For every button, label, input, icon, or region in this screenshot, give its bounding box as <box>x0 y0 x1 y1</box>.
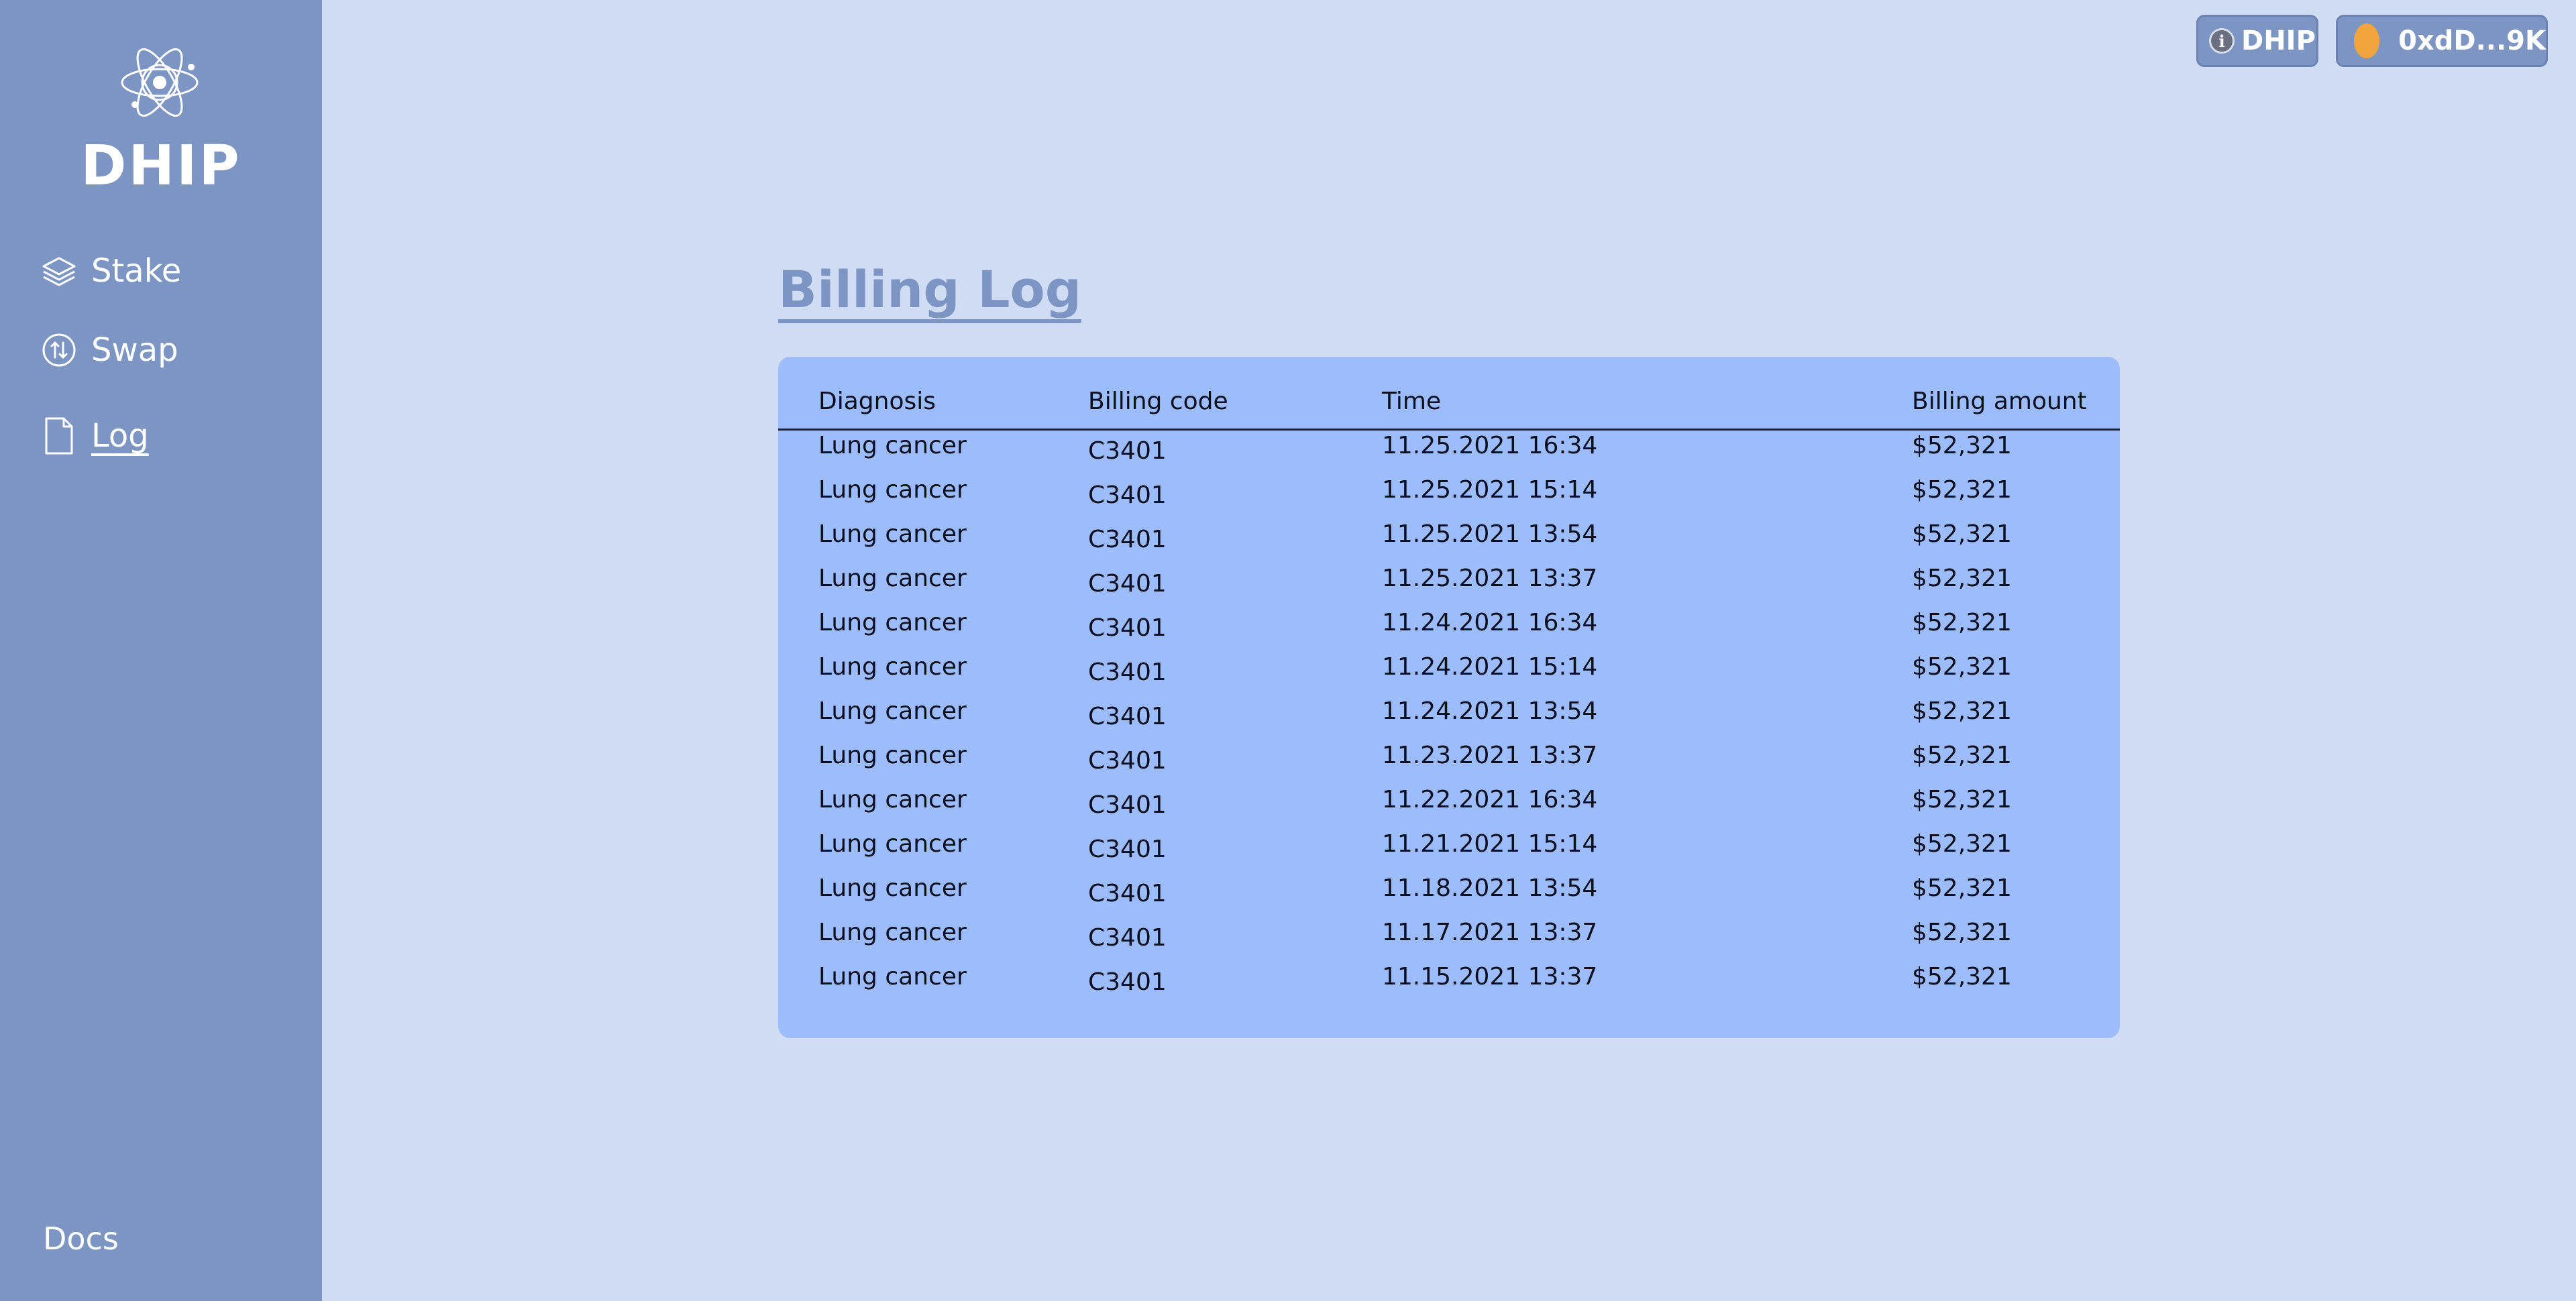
docs-link[interactable]: Docs <box>43 1221 119 1257</box>
cell-billing-amount: $52,321 <box>1912 963 2012 991</box>
cell-time: 11.15.2021 13:37 <box>1382 963 1598 991</box>
cell-diagnosis: Lung cancer <box>818 520 967 548</box>
cell-billing-code: C3401 <box>1088 526 1167 553</box>
table-row: Lung cancer C3401 11.21.2021 15:14 $52,321 <box>778 830 2120 874</box>
cell-diagnosis: Lung cancer <box>818 742 967 769</box>
atom-icon[interactable] <box>114 37 205 128</box>
cell-billing-amount: $52,321 <box>1912 520 2012 548</box>
table-row: Lung cancer C3401 11.24.2021 16:34 $52,321 <box>778 609 2120 653</box>
cell-diagnosis: Lung cancer <box>818 919 967 946</box>
cell-billing-amount: $52,321 <box>1912 476 2012 504</box>
table-row: Lung cancer C3401 11.25.2021 13:54 $52,321 <box>778 520 2120 565</box>
column-header-time: Time <box>1382 388 1442 415</box>
billing-log-table: Diagnosis Billing code Time Billing amou… <box>778 357 2120 1038</box>
sidebar-item-label: Log <box>91 417 149 455</box>
cell-time: 11.22.2021 16:34 <box>1382 786 1598 813</box>
table-row: Lung cancer C3401 11.18.2021 13:54 $52,321 <box>778 874 2120 919</box>
cell-time: 11.17.2021 13:37 <box>1382 919 1598 946</box>
layers-icon <box>39 251 79 291</box>
table-row: Lung cancer C3401 11.25.2021 16:34 $52,321 <box>778 432 2120 476</box>
cell-billing-amount: $52,321 <box>1912 697 2012 725</box>
cell-time: 11.24.2021 15:14 <box>1382 653 1598 681</box>
cell-billing-code: C3401 <box>1088 836 1167 863</box>
column-header-billing-amount: Billing amount <box>1912 388 2087 415</box>
cell-billing-code: C3401 <box>1088 570 1167 598</box>
wallet-address: 0xdD...9K <box>2398 25 2546 56</box>
cell-billing-code: C3401 <box>1088 703 1167 730</box>
swap-arrows-icon <box>39 330 79 370</box>
cell-billing-code: C3401 <box>1088 614 1167 642</box>
sidebar-item-log[interactable]: Log <box>39 409 294 463</box>
cell-time: 11.24.2021 13:54 <box>1382 697 1598 725</box>
cell-billing-amount: $52,321 <box>1912 742 2012 769</box>
page-title: Billing Log <box>778 262 1082 323</box>
cell-billing-code: C3401 <box>1088 880 1167 907</box>
cell-diagnosis: Lung cancer <box>818 653 967 681</box>
coin-icon <box>2354 23 2380 58</box>
cell-diagnosis: Lung cancer <box>818 830 967 858</box>
cell-billing-code: C3401 <box>1088 968 1167 996</box>
sidebar-item-label: Swap <box>91 331 178 369</box>
cell-billing-code: C3401 <box>1088 747 1167 775</box>
cell-diagnosis: Lung cancer <box>818 786 967 813</box>
cell-billing-code: C3401 <box>1088 791 1167 819</box>
cell-billing-amount: $52,321 <box>1912 830 2012 858</box>
cell-billing-amount: $52,321 <box>1912 432 2012 459</box>
document-icon <box>39 416 79 456</box>
table-row: Lung cancer C3401 11.17.2021 13:37 $52,321 <box>778 919 2120 963</box>
cell-billing-amount: $52,321 <box>1912 874 2012 902</box>
table-row: Lung cancer C3401 11.25.2021 13:37 $52,321 <box>778 565 2120 609</box>
token-button[interactable]: i DHIP <box>2196 15 2318 67</box>
sidebar-item-stake[interactable]: Stake <box>39 244 294 298</box>
cell-diagnosis: Lung cancer <box>818 432 967 459</box>
cell-billing-code: C3401 <box>1088 437 1167 465</box>
brand-name[interactable]: DHIP <box>0 134 322 198</box>
sidebar-item-swap[interactable]: Swap <box>39 323 294 377</box>
token-label: DHIP <box>2241 25 2316 56</box>
sidebar-item-label: Stake <box>91 252 182 290</box>
cell-billing-amount: $52,321 <box>1912 565 2012 592</box>
cell-time: 11.25.2021 15:14 <box>1382 476 1598 504</box>
cell-billing-amount: $52,321 <box>1912 609 2012 636</box>
cell-time: 11.25.2021 13:37 <box>1382 565 1598 592</box>
table-header: Diagnosis Billing code Time Billing amou… <box>778 357 2120 431</box>
cell-billing-amount: $52,321 <box>1912 786 2012 813</box>
sidebar: DHIP Stake Swap Log Docs <box>0 0 322 1301</box>
cell-diagnosis: Lung cancer <box>818 609 967 636</box>
cell-billing-code: C3401 <box>1088 924 1167 952</box>
cell-time: 11.18.2021 13:54 <box>1382 874 1598 902</box>
table-row: Lung cancer C3401 11.22.2021 16:34 $52,321 <box>778 786 2120 830</box>
cell-diagnosis: Lung cancer <box>818 697 967 725</box>
cell-billing-code: C3401 <box>1088 482 1167 509</box>
cell-diagnosis: Lung cancer <box>818 874 967 902</box>
cell-diagnosis: Lung cancer <box>818 963 967 991</box>
cell-time: 11.25.2021 13:54 <box>1382 520 1598 548</box>
table-row: Lung cancer C3401 11.23.2021 13:37 $52,321 <box>778 742 2120 786</box>
cell-time: 11.25.2021 16:34 <box>1382 432 1598 459</box>
table-row: Lung cancer C3401 11.24.2021 15:14 $52,321 <box>778 653 2120 697</box>
cell-diagnosis: Lung cancer <box>818 476 967 504</box>
column-header-billing-code: Billing code <box>1088 388 1228 415</box>
wallet-button[interactable]: 0xdD...9K <box>2336 15 2548 67</box>
cell-billing-code: C3401 <box>1088 659 1167 686</box>
table-row: Lung cancer C3401 11.15.2021 13:37 $52,321 <box>778 963 2120 1007</box>
table-body: Lung cancer C3401 11.25.2021 16:34 $52,321 L… <box>778 432 2120 1007</box>
table-row: Lung cancer C3401 11.25.2021 15:14 $52,321 <box>778 476 2120 520</box>
cell-diagnosis: Lung cancer <box>818 565 967 592</box>
cell-billing-amount: $52,321 <box>1912 919 2012 946</box>
cell-billing-amount: $52,321 <box>1912 653 2012 681</box>
table-row: Lung cancer C3401 11.24.2021 13:54 $52,321 <box>778 697 2120 742</box>
cell-time: 11.24.2021 16:34 <box>1382 609 1598 636</box>
cell-time: 11.23.2021 13:37 <box>1382 742 1598 769</box>
column-header-diagnosis: Diagnosis <box>818 388 936 415</box>
info-icon: i <box>2209 28 2235 54</box>
cell-time: 11.21.2021 15:14 <box>1382 830 1598 858</box>
